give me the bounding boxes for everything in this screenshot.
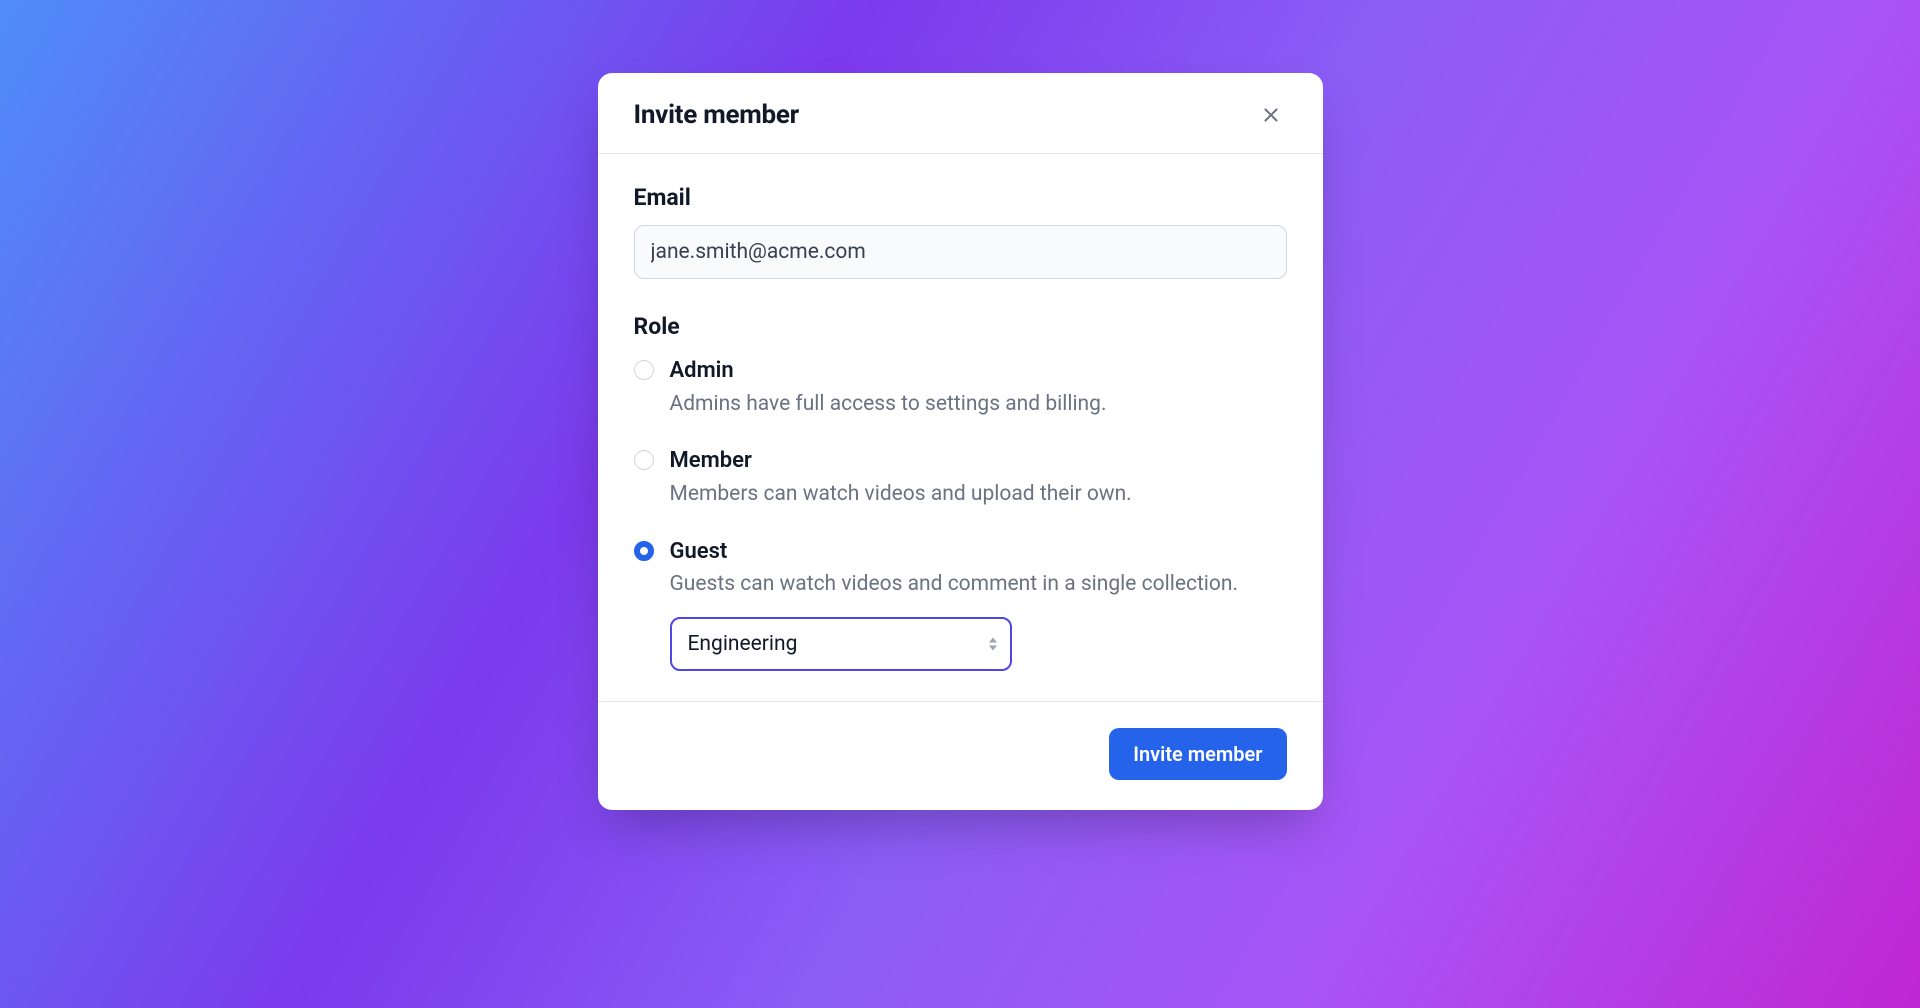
- invite-member-modal: Invite member Email Role Admin Admins ha…: [598, 73, 1323, 810]
- collection-select-wrapper: Engineering: [670, 617, 1012, 671]
- email-field[interactable]: [634, 225, 1287, 279]
- radio-label: Member: [670, 446, 1287, 477]
- email-label: Email: [634, 184, 1287, 211]
- modal-footer: Invite member: [598, 701, 1323, 810]
- role-label: Role: [634, 313, 1287, 340]
- radio-label: Admin: [670, 356, 1287, 387]
- modal-body: Email Role Admin Admins have full access…: [598, 154, 1323, 671]
- radio-label: Guest: [670, 537, 1287, 568]
- radio-description: Members can watch videos and upload thei…: [670, 479, 1287, 511]
- role-section: Role Admin Admins have full access to se…: [634, 313, 1287, 671]
- radio-icon: [634, 360, 654, 380]
- role-radio-group: Admin Admins have full access to setting…: [634, 356, 1287, 671]
- modal-header: Invite member: [598, 73, 1323, 154]
- radio-content: Member Members can watch videos and uplo…: [670, 446, 1287, 510]
- close-button[interactable]: [1255, 99, 1287, 131]
- role-option-guest[interactable]: Guest Guests can watch videos and commen…: [634, 537, 1287, 671]
- radio-description: Admins have full access to settings and …: [670, 389, 1287, 421]
- collection-select[interactable]: Engineering: [670, 617, 1012, 671]
- role-option-member[interactable]: Member Members can watch videos and uplo…: [634, 446, 1287, 510]
- close-icon: [1260, 104, 1282, 126]
- radio-description: Guests can watch videos and comment in a…: [670, 569, 1287, 601]
- modal-title: Invite member: [634, 100, 799, 130]
- radio-content: Admin Admins have full access to setting…: [670, 356, 1287, 420]
- role-option-admin[interactable]: Admin Admins have full access to setting…: [634, 356, 1287, 420]
- radio-icon-checked: [634, 541, 654, 561]
- invite-member-button[interactable]: Invite member: [1109, 728, 1286, 780]
- radio-icon: [634, 450, 654, 470]
- radio-content: Guest Guests can watch videos and commen…: [670, 537, 1287, 671]
